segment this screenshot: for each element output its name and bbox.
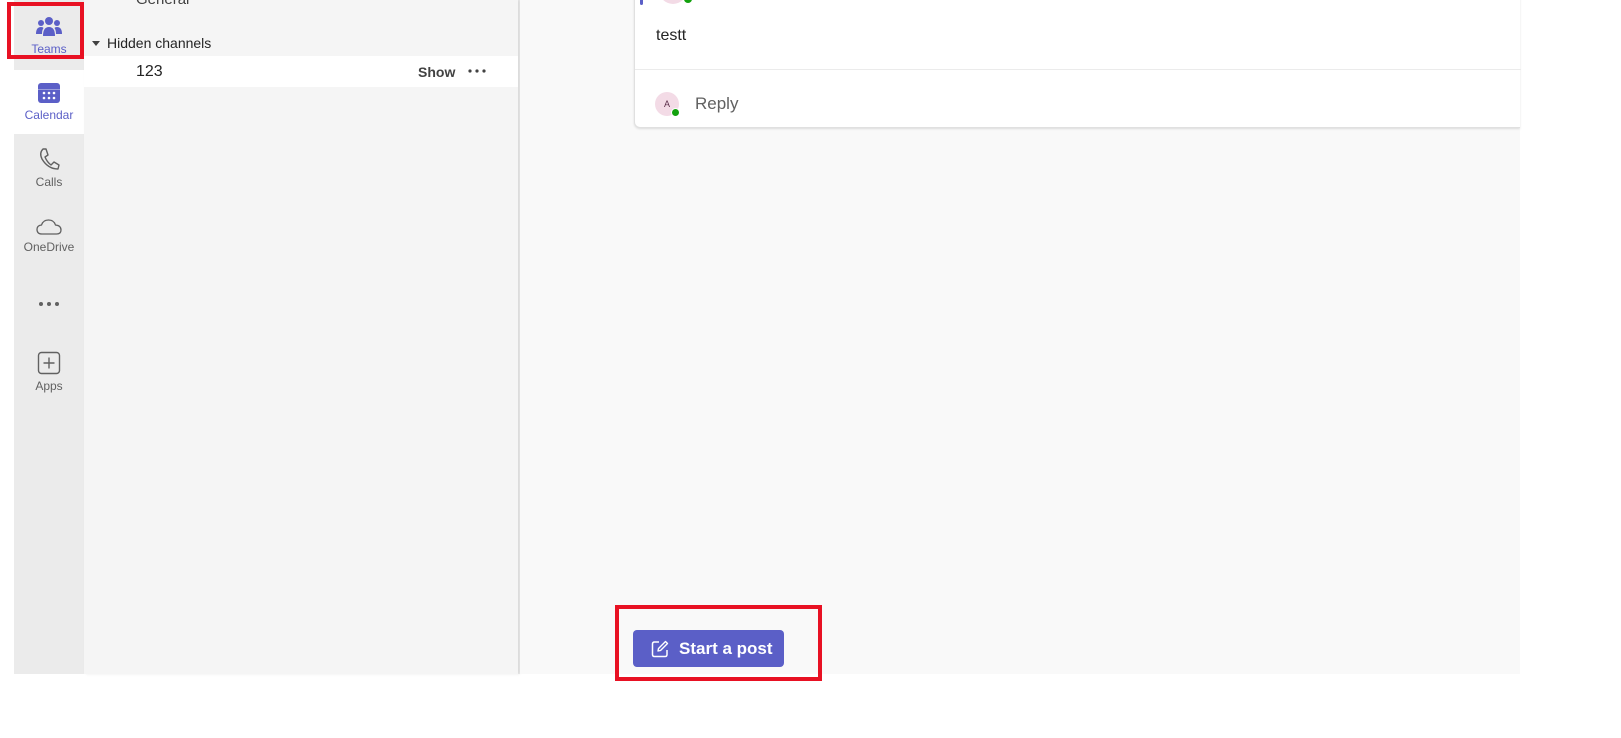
rail-item-more[interactable] (14, 272, 84, 336)
show-channel-button[interactable]: Show (418, 64, 455, 80)
hidden-channels-label: Hidden channels (107, 35, 212, 51)
reply-avatar: A (655, 92, 680, 117)
hidden-channels-toggle[interactable]: Hidden channels (92, 34, 211, 52)
unread-accent (640, 0, 643, 5)
presence-available-icon (683, 0, 693, 4)
add-app-icon (37, 351, 61, 375)
reply-avatar-initial: A (663, 99, 670, 109)
channel-conversation: testt A Reply Start a post (520, 0, 1521, 674)
rail-label-onedrive: OneDrive (23, 240, 75, 254)
start-post-label: Start a post (679, 638, 773, 658)
hidden-channel-row[interactable]: 123 Show (84, 56, 518, 87)
rail-item-onedrive[interactable]: OneDrive (14, 204, 84, 268)
rail-label-apps: Apps (35, 379, 63, 393)
rail-label-calls: Calls (35, 175, 63, 189)
reply-label: Reply (695, 94, 739, 113)
channel-item-general[interactable]: General (136, 0, 189, 8)
phone-icon (40, 148, 60, 170)
more-horizontal-icon (39, 302, 59, 306)
rail-label-calendar: Calendar (24, 108, 74, 122)
rail-item-apps[interactable]: Apps (14, 340, 84, 404)
post-card: testt A Reply (634, 0, 1521, 128)
calendar-icon (38, 83, 60, 103)
presence-available-icon (671, 108, 680, 117)
post-message-text: testt (656, 27, 687, 44)
teams-icon (36, 17, 62, 36)
hidden-channel-name: 123 (136, 62, 163, 80)
post-divider (635, 69, 1521, 70)
teams-app-window: Teams Calendar Calls OneDrive Apps Hidde… (14, 0, 1521, 674)
channel-list-panel: General Hidden channels 123 Show (84, 0, 518, 674)
app-rail: Teams Calendar Calls OneDrive Apps (14, 0, 84, 674)
reply-button[interactable]: A Reply (655, 91, 738, 117)
rail-label-teams: Teams (31, 42, 67, 56)
rail-item-calls[interactable]: Calls (14, 136, 84, 200)
rail-item-teams[interactable]: Teams (14, 4, 84, 68)
cloud-icon (36, 219, 62, 235)
compose-icon (651, 640, 669, 657)
caret-down-icon (92, 40, 100, 46)
start-post-button[interactable]: Start a post (633, 630, 784, 667)
more-options-icon[interactable] (467, 64, 487, 78)
rail-item-calendar[interactable]: Calendar (14, 70, 84, 134)
